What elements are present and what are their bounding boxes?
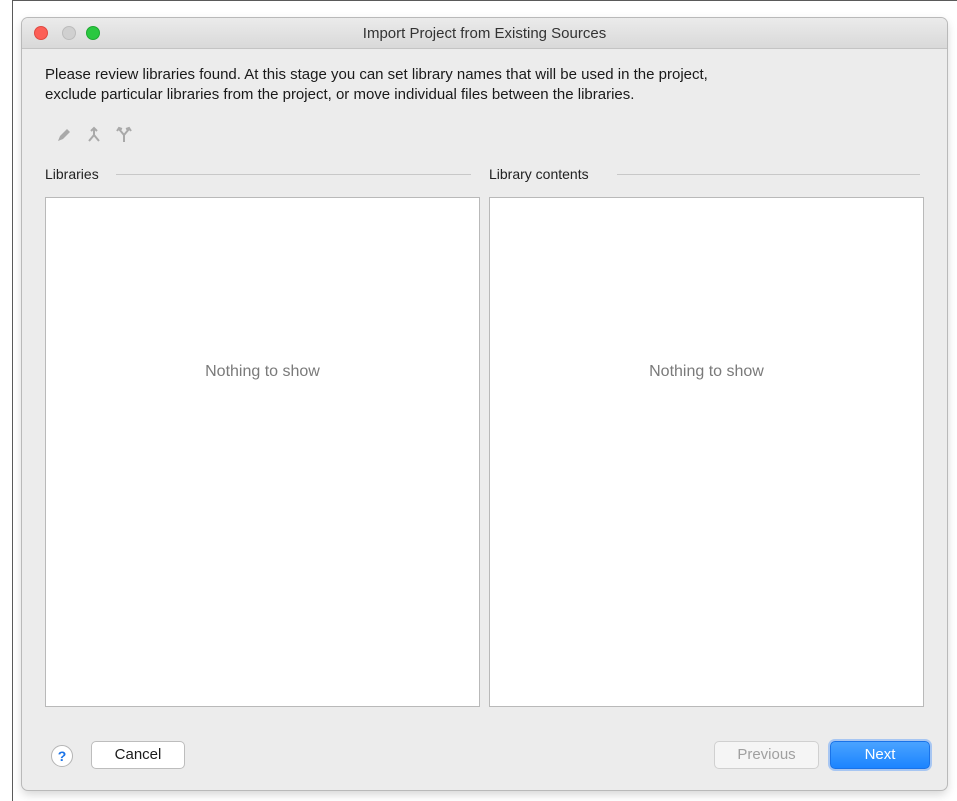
cancel-button[interactable]: Cancel (91, 741, 185, 769)
help-button[interactable]: ? (51, 745, 73, 767)
instructions-line-1: Please review libraries found. At this s… (45, 66, 708, 83)
library-contents-empty-text: Nothing to show (649, 363, 764, 380)
libraries-label: Libraries (45, 166, 107, 182)
library-contents-separator (617, 174, 920, 175)
previous-button[interactable]: Previous (714, 741, 819, 769)
libraries-separator (116, 174, 471, 175)
merge-icon[interactable] (85, 126, 103, 144)
next-button[interactable]: Next (830, 741, 930, 769)
title-bar: Import Project from Existing Sources (22, 18, 947, 49)
import-project-dialog: Import Project from Existing Sources Ple… (22, 18, 947, 790)
instructions-line-2: exclude particular libraries from the pr… (45, 86, 635, 103)
window-title: Import Project from Existing Sources (362, 25, 607, 42)
library-contents-label: Library contents (489, 166, 597, 182)
library-contents-list[interactable]: Nothing to show (489, 197, 924, 707)
rename-icon[interactable] (55, 126, 73, 144)
split-icon[interactable] (115, 126, 133, 144)
libraries-list[interactable]: Nothing to show (45, 197, 480, 707)
libraries-empty-text: Nothing to show (205, 363, 320, 380)
instructions-text: Please review libraries found. At this s… (45, 65, 925, 105)
